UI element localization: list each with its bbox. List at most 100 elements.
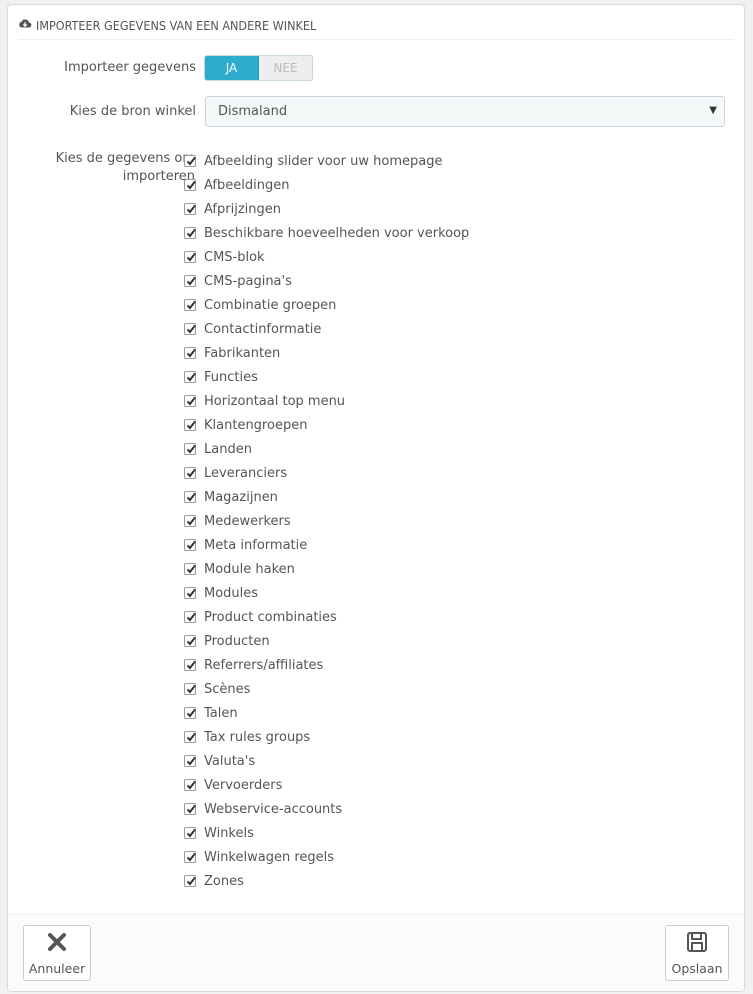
source-shop-label: Kies de bron winkel bbox=[69, 104, 196, 119]
checkbox-label: Afbeeldingen bbox=[204, 177, 290, 193]
switch-yes-option[interactable]: JA bbox=[205, 56, 259, 80]
checklist-item[interactable]: Product combinaties bbox=[184, 605, 469, 629]
checklist-item[interactable]: Afbeelding slider voor uw homepage bbox=[184, 149, 469, 173]
checklist-item[interactable]: Afbeeldingen bbox=[184, 173, 469, 197]
checkbox-label: Landen bbox=[204, 441, 252, 457]
checkbox[interactable] bbox=[184, 587, 196, 599]
checkbox[interactable] bbox=[184, 155, 196, 167]
checklist-item[interactable]: Vervoerders bbox=[184, 773, 469, 797]
checklist-item[interactable]: Modules bbox=[184, 581, 469, 605]
checkbox-label: Fabrikanten bbox=[204, 345, 281, 361]
checklist-item[interactable]: Module haken bbox=[184, 557, 469, 581]
checkbox-label: Zones bbox=[204, 873, 244, 889]
import-panel: IMPORTEER GEGEVENS VAN EEN ANDERE WINKEL… bbox=[7, 4, 745, 992]
checklist-item[interactable]: Webservice-accounts bbox=[184, 797, 469, 821]
checkbox-label: Scènes bbox=[204, 681, 251, 697]
data-checklist: Afbeelding slider voor uw homepage Afbeel… bbox=[184, 149, 469, 893]
checklist-item[interactable]: Zones bbox=[184, 869, 469, 893]
checklist-item[interactable]: Magazijnen bbox=[184, 485, 469, 509]
checkbox[interactable] bbox=[184, 707, 196, 719]
checkbox[interactable] bbox=[184, 731, 196, 743]
import-data-switch[interactable]: JA NEE bbox=[204, 55, 313, 81]
checkbox-label: Magazijnen bbox=[204, 489, 278, 505]
checkbox[interactable] bbox=[184, 875, 196, 887]
checkbox[interactable] bbox=[184, 539, 196, 551]
checkbox-label: CMS-blok bbox=[204, 249, 265, 265]
checkbox-label: Winkels bbox=[204, 825, 254, 841]
checkbox-label: Afbeelding slider voor uw homepage bbox=[204, 153, 443, 169]
checkbox-label: Product combinaties bbox=[204, 609, 337, 625]
checkbox[interactable] bbox=[184, 611, 196, 623]
panel-heading: IMPORTEER GEGEVENS VAN EEN ANDERE WINKEL bbox=[18, 11, 734, 40]
checkbox-label: Producten bbox=[204, 633, 270, 649]
source-shop-select[interactable]: Dismaland ▼ bbox=[205, 96, 725, 127]
checkbox-label: Winkelwagen regels bbox=[204, 849, 335, 865]
checklist-item[interactable]: Meta informatie bbox=[184, 533, 469, 557]
checkbox-label: Talen bbox=[204, 705, 238, 721]
caret-down-icon: ▼ bbox=[709, 105, 717, 116]
checkbox[interactable] bbox=[184, 443, 196, 455]
checkbox[interactable] bbox=[184, 827, 196, 839]
data-to-import-label: Kies de gegevens om importeren bbox=[55, 151, 195, 184]
switch-no-option[interactable]: NEE bbox=[259, 56, 312, 80]
import-data-label: Importeer gegevens bbox=[64, 60, 196, 75]
checklist-item[interactable]: Leveranciers bbox=[184, 461, 469, 485]
checkbox[interactable] bbox=[184, 203, 196, 215]
checkbox[interactable] bbox=[184, 251, 196, 263]
checkbox-label: Contactinformatie bbox=[204, 321, 322, 337]
checkbox[interactable] bbox=[184, 227, 196, 239]
checkbox[interactable] bbox=[184, 419, 196, 431]
checkbox[interactable] bbox=[184, 515, 196, 527]
checklist-item[interactable]: CMS-pagina's bbox=[184, 269, 469, 293]
checkbox[interactable] bbox=[184, 563, 196, 575]
checkbox[interactable] bbox=[184, 347, 196, 359]
panel-footer: Annuleer Opslaan bbox=[8, 914, 744, 991]
checklist-item[interactable]: Functies bbox=[184, 365, 469, 389]
close-icon bbox=[45, 930, 69, 957]
checkbox-label: Klantengroepen bbox=[204, 417, 308, 433]
checkbox[interactable] bbox=[184, 323, 196, 335]
cancel-button[interactable]: Annuleer bbox=[23, 925, 91, 981]
checkbox[interactable] bbox=[184, 467, 196, 479]
checkbox-label: Vervoerders bbox=[204, 777, 283, 793]
checkbox[interactable] bbox=[184, 683, 196, 695]
checklist-item[interactable]: Combinatie groepen bbox=[184, 293, 469, 317]
checkbox[interactable] bbox=[184, 491, 196, 503]
checklist-item[interactable]: Afprijzingen bbox=[184, 197, 469, 221]
checkbox[interactable] bbox=[184, 299, 196, 311]
save-button[interactable]: Opslaan bbox=[665, 925, 729, 981]
checkbox[interactable] bbox=[184, 779, 196, 791]
checklist-item[interactable]: Winkels bbox=[184, 821, 469, 845]
checklist-item[interactable]: Producten bbox=[184, 629, 469, 653]
checklist-item[interactable]: Valuta's bbox=[184, 749, 469, 773]
checklist-item[interactable]: Horizontaal top menu bbox=[184, 389, 469, 413]
checklist-item[interactable]: Contactinformatie bbox=[184, 317, 469, 341]
checklist-item[interactable]: Tax rules groups bbox=[184, 725, 469, 749]
checklist-item[interactable]: Scènes bbox=[184, 677, 469, 701]
checklist-item[interactable]: Medewerkers bbox=[184, 509, 469, 533]
checklist-item[interactable]: Referrers/affiliates bbox=[184, 653, 469, 677]
checklist-item[interactable]: CMS-blok bbox=[184, 245, 469, 269]
checkbox[interactable] bbox=[184, 755, 196, 767]
checklist-item[interactable]: Talen bbox=[184, 701, 469, 725]
checkbox[interactable] bbox=[184, 371, 196, 383]
checkbox[interactable] bbox=[184, 635, 196, 647]
checkbox-label: Functies bbox=[204, 369, 258, 385]
checklist-item[interactable]: Landen bbox=[184, 437, 469, 461]
save-icon bbox=[685, 930, 709, 957]
checkbox-label: Leveranciers bbox=[204, 465, 288, 481]
cancel-label: Annuleer bbox=[28, 961, 86, 976]
checklist-item[interactable]: Fabrikanten bbox=[184, 341, 469, 365]
checklist-item[interactable]: Klantengroepen bbox=[184, 413, 469, 437]
checkbox[interactable] bbox=[184, 395, 196, 407]
checkbox[interactable] bbox=[184, 659, 196, 671]
checklist-item[interactable]: Winkelwagen regels bbox=[184, 845, 469, 869]
checkbox[interactable] bbox=[184, 851, 196, 863]
checkbox-label: Meta informatie bbox=[204, 537, 308, 553]
checkbox-label: Valuta's bbox=[204, 753, 256, 769]
checkbox[interactable] bbox=[184, 275, 196, 287]
checkbox-label: Horizontaal top menu bbox=[204, 393, 346, 409]
checkbox[interactable] bbox=[184, 179, 196, 191]
checklist-item[interactable]: Beschikbare hoeveelheden voor verkoop bbox=[184, 221, 469, 245]
checkbox[interactable] bbox=[184, 803, 196, 815]
